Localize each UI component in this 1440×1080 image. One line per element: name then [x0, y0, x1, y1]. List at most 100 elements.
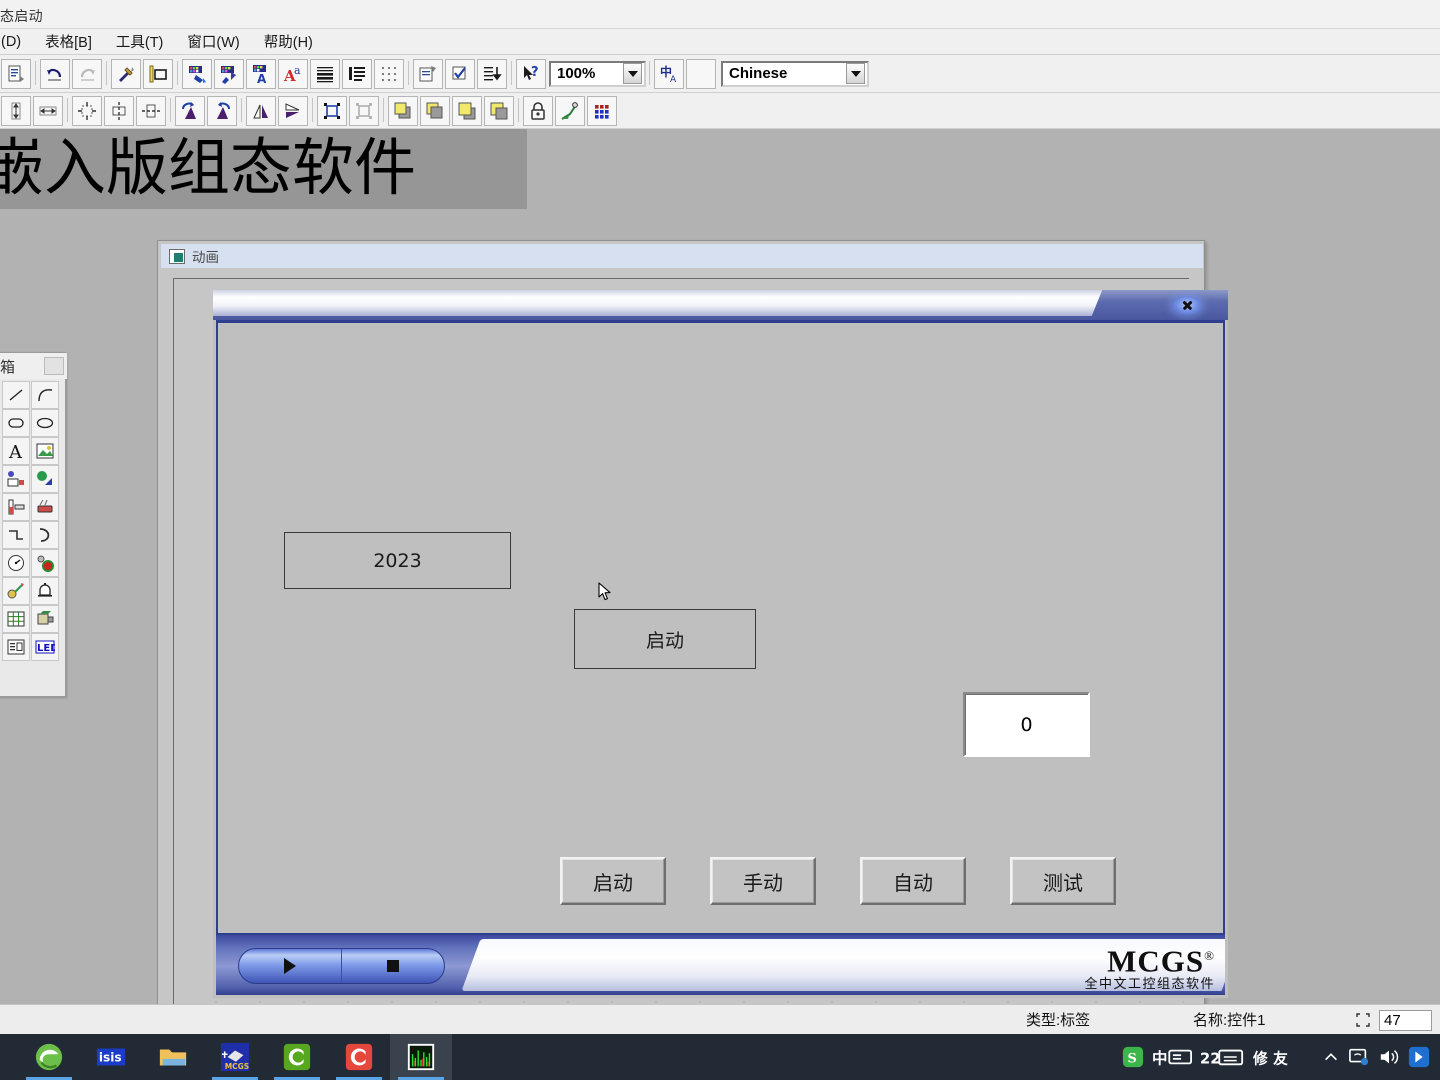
taskbar-app-mcgs-runtime[interactable]: [390, 1034, 452, 1080]
menu-item-window[interactable]: 窗口(W): [180, 28, 246, 55]
flow-block-tool[interactable]: [31, 465, 59, 493]
taskbar-app-keil-red[interactable]: [328, 1034, 390, 1080]
toolbox-close-icon[interactable]: [44, 357, 64, 375]
valve-tool[interactable]: [2, 577, 30, 605]
mcgs-logo: MCGS® 全中文工控组态软件: [1084, 940, 1215, 993]
alarm-bell-tool[interactable]: [31, 577, 59, 605]
manual-button[interactable]: 手动: [710, 857, 816, 905]
value-display-box[interactable]: 0: [963, 692, 1090, 757]
editor-window-titlebar[interactable]: 动画: [161, 244, 1203, 268]
year-label-widget[interactable]: 2023: [284, 532, 511, 589]
runtime-titlebar[interactable]: [213, 290, 1228, 320]
network-status-icon[interactable]: [1344, 1034, 1374, 1080]
show-hidden-icons-chevron-up-icon[interactable]: [1318, 1034, 1344, 1080]
undo-icon[interactable]: [40, 58, 70, 89]
taskbar-app-edge[interactable]: [18, 1034, 80, 1080]
line-color-icon[interactable]: [214, 58, 244, 89]
frame-ruler-icon[interactable]: [143, 58, 173, 89]
tray-ime-toolbox-icon[interactable]: 修友: [1248, 1034, 1302, 1080]
copy-page-icon[interactable]: [1, 58, 31, 89]
tray-ime-keyboard-icon[interactable]: 22: [1196, 1034, 1248, 1080]
pipe-tool[interactable]: [2, 521, 30, 549]
toolbar-separator: [515, 98, 522, 124]
slider-tool[interactable]: [2, 493, 30, 521]
bring-front-icon[interactable]: [388, 95, 418, 126]
text-color-icon[interactable]: A: [246, 58, 276, 89]
fill-color-icon[interactable]: [182, 58, 212, 89]
taskbar-app-isis[interactable]: isis: [80, 1034, 142, 1080]
send-backward-icon[interactable]: [484, 95, 514, 126]
play-icon[interactable]: [239, 949, 341, 983]
rotate-right-icon[interactable]: [207, 95, 237, 126]
toolbox-titlebar[interactable]: 具箱: [0, 353, 67, 379]
test-button[interactable]: 测试: [1010, 857, 1116, 905]
svg-text:LED: LED: [37, 643, 55, 654]
menu-item-table[interactable]: 表格[B]: [38, 28, 99, 55]
menu-item-help[interactable]: 帮助(H): [257, 28, 320, 55]
taskbar-app-mcgs-configuration[interactable]: MCGS: [204, 1034, 266, 1080]
send-back-icon[interactable]: [420, 95, 450, 126]
start-button[interactable]: 启动: [560, 857, 666, 905]
flip-vertical-icon[interactable]: [278, 95, 308, 126]
table-tool[interactable]: [2, 605, 30, 633]
unlock-icon[interactable]: [555, 95, 585, 126]
text-align-block-icon[interactable]: [310, 58, 340, 89]
size-width-icon[interactable]: [33, 95, 63, 126]
align-center-horizontal-icon[interactable]: [104, 95, 134, 126]
rounded-rect-tool[interactable]: [2, 409, 30, 437]
svg-text:isis: isis: [99, 1051, 122, 1065]
bring-forward-icon[interactable]: [452, 95, 482, 126]
close-icon[interactable]: [1172, 296, 1202, 315]
tray-ime-chinese-icon[interactable]: 中: [1148, 1034, 1196, 1080]
text-tool[interactable]: A: [2, 437, 30, 465]
text-align-list-icon[interactable]: [342, 58, 372, 89]
motor-tool[interactable]: [31, 605, 59, 633]
tank-tool[interactable]: [31, 493, 59, 521]
arc-tool[interactable]: [31, 381, 59, 409]
tools-hammer-icon[interactable]: [111, 58, 141, 89]
indicator-lamp-tool[interactable]: [31, 549, 59, 577]
auto-button[interactable]: 自动: [860, 857, 966, 905]
redo-icon[interactable]: [72, 58, 102, 89]
action-center-icon[interactable]: [1404, 1034, 1434, 1080]
volume-icon[interactable]: [1374, 1034, 1404, 1080]
chevron-down-icon[interactable]: [846, 63, 865, 84]
check-script-icon[interactable]: [445, 58, 475, 89]
size-height-icon[interactable]: [1, 95, 31, 126]
font-style-icon[interactable]: Aa: [278, 58, 308, 89]
screen-root: 态启动 (D) 表格[B] 工具(T) 窗口(W) 帮助(H) A A a ? …: [0, 0, 1440, 1080]
coordinate-field[interactable]: 47: [1379, 1010, 1432, 1031]
chevron-down-icon[interactable]: [623, 63, 642, 84]
align-center-vertical-icon[interactable]: [136, 95, 166, 126]
taskbar-app-file-explorer[interactable]: [142, 1034, 204, 1080]
picture-tool[interactable]: [31, 437, 59, 465]
chinese-ime-icon[interactable]: 中A: [654, 58, 684, 89]
lock-icon[interactable]: [523, 95, 553, 126]
stop-icon[interactable]: [341, 949, 444, 983]
tray-sogou-ime-icon[interactable]: S: [1118, 1034, 1148, 1080]
led-display-tool[interactable]: LED: [31, 633, 59, 661]
language-combo[interactable]: Chinese: [721, 60, 869, 87]
rotate-left-icon[interactable]: [175, 95, 205, 126]
taskbar-app-keil-green[interactable]: [266, 1034, 328, 1080]
properties-icon[interactable]: [413, 58, 443, 89]
start-label-widget[interactable]: 启动: [574, 609, 756, 669]
align-center-both-icon[interactable]: [72, 95, 102, 126]
line-tool[interactable]: [2, 381, 30, 409]
ime-blank-button[interactable]: [686, 58, 716, 89]
zoom-level-combo[interactable]: 100%: [549, 60, 646, 87]
report-tool[interactable]: [2, 633, 30, 661]
help-pointer-icon[interactable]: ?: [516, 58, 546, 89]
ellipse-tool[interactable]: [31, 409, 59, 437]
ungroup-icon[interactable]: [349, 95, 379, 126]
group-icon[interactable]: [317, 95, 347, 126]
menu-item-d[interactable]: (D): [0, 31, 28, 53]
meter-tool[interactable]: [2, 549, 30, 577]
flip-horizontal-icon[interactable]: [246, 95, 276, 126]
elbow-tool[interactable]: [31, 521, 59, 549]
color-palette-icon[interactable]: [587, 95, 617, 126]
grid-dots-icon[interactable]: [374, 58, 404, 89]
input-box-tool[interactable]: [2, 465, 30, 493]
sort-list-icon[interactable]: [477, 58, 507, 89]
menu-item-tools[interactable]: 工具(T): [109, 28, 171, 55]
